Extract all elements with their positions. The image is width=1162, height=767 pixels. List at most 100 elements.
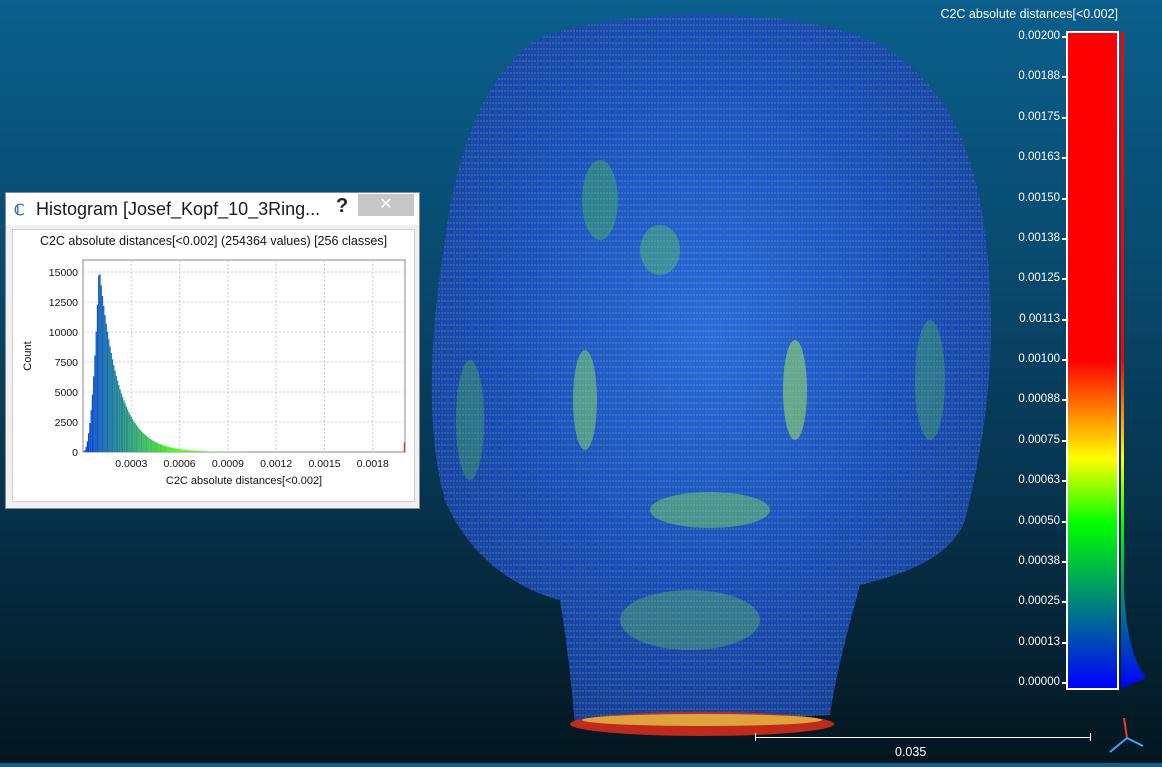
color-scale-tick-mark (1062, 399, 1067, 401)
histogram-bar (205, 451, 206, 452)
histogram-bar (118, 385, 119, 452)
histogram-bar (211, 451, 212, 452)
histogram-bar (147, 437, 148, 452)
y-axis-label: Count (22, 341, 34, 370)
histogram-bar (152, 440, 153, 452)
histogram-bar (194, 451, 195, 452)
y-tick-label: 15000 (49, 267, 78, 279)
histogram-bar (181, 449, 182, 452)
histogram-bar (179, 449, 180, 452)
scale-bar-line (755, 737, 1090, 738)
histogram-bar (190, 450, 191, 452)
histogram-bar (210, 451, 211, 452)
color-scale-tick-mark (1062, 278, 1067, 280)
histogram-bar (204, 451, 205, 452)
color-scale-tick-mark (1062, 642, 1067, 644)
y-tick-label: 12500 (49, 297, 78, 309)
histogram-bar (182, 450, 183, 452)
histogram-bar (197, 451, 198, 452)
histogram-bar (108, 339, 109, 452)
histogram-bar (153, 441, 154, 452)
histogram-bar (209, 451, 210, 452)
histogram-bar (145, 435, 146, 452)
histogram-bar (146, 436, 147, 452)
x-tick-label: 0.0009 (212, 458, 244, 470)
histogram-bar (113, 365, 114, 452)
color-scale-histogram (1118, 30, 1148, 690)
histogram-bar (127, 410, 128, 452)
color-scale-tick-mark (1062, 359, 1067, 361)
histogram-bar (180, 449, 181, 452)
color-scale-tick-label: 0.00000 (990, 676, 1060, 688)
histogram-bar (98, 275, 99, 452)
y-tick-label: 5000 (55, 387, 79, 399)
scale-bar-cap-right (1090, 733, 1091, 741)
histogram-header: C2C absolute distances[<0.002] (254364 v… (13, 234, 414, 248)
color-scale-tick-mark (1062, 440, 1067, 442)
histogram-bar (88, 433, 89, 452)
color-scale-tick-mark (1062, 319, 1067, 321)
scale-bar-cap-left (755, 733, 756, 741)
histogram-bar (106, 324, 107, 452)
histogram-bar (143, 434, 144, 452)
color-scale-tick-label: 0.00113 (990, 313, 1060, 325)
histogram-bar (131, 417, 132, 452)
histogram-dialog[interactable]: ℂ Histogram [Josef_Kopf_10_3Ring... ? ✕ … (5, 192, 420, 509)
x-tick-label: 0.0018 (357, 458, 389, 470)
histogram-window-title: Histogram [Josef_Kopf_10_3Ring... (36, 199, 320, 220)
color-scale-tick-label: 0.00063 (990, 474, 1060, 486)
histogram-titlebar[interactable]: ℂ Histogram [Josef_Kopf_10_3Ring... ? ✕ (6, 193, 419, 225)
histogram-bar (132, 419, 133, 452)
help-button[interactable]: ? (336, 195, 348, 218)
color-scale-tick-label: 0.00125 (990, 272, 1060, 284)
histogram-bar (155, 442, 156, 452)
x-tick-label: 0.0015 (308, 458, 340, 470)
histogram-bar (99, 274, 100, 452)
histogram-bar (137, 427, 138, 452)
histogram-bar (164, 446, 165, 452)
histogram-bar (109, 346, 110, 452)
histogram-bar (122, 397, 123, 452)
histogram-bar (117, 381, 118, 452)
histogram-bar (196, 451, 197, 452)
histogram-chart: 0.00030.00060.00090.00120.00150.00180250… (13, 252, 414, 501)
histogram-bar (167, 447, 168, 452)
histogram-bar (191, 450, 192, 452)
histogram-bar (161, 445, 162, 452)
histogram-bar (170, 447, 171, 452)
histogram-bar (119, 389, 120, 452)
histogram-bar (158, 444, 159, 452)
histogram-bar (92, 395, 93, 452)
histogram-bar (104, 315, 105, 452)
histogram-bar (201, 451, 202, 452)
color-scale-tick-label: 0.00025 (990, 595, 1060, 607)
color-scale-tick-label: 0.00200 (990, 30, 1060, 42)
histogram-bar (91, 410, 92, 452)
histogram-bar (133, 421, 134, 452)
color-scale-tick-label: 0.00038 (990, 555, 1060, 567)
histogram-bar (102, 296, 103, 452)
x-tick-label: 0.0012 (260, 458, 292, 470)
histogram-bar (177, 449, 178, 452)
histogram-bar (121, 393, 122, 452)
histogram-bar (136, 425, 137, 452)
histogram-bar (123, 400, 124, 452)
close-button[interactable]: ✕ (358, 194, 414, 216)
color-scale-tick-mark (1062, 601, 1067, 603)
histogram-bar (111, 353, 112, 452)
color-scale-tick-label: 0.00050 (990, 515, 1060, 527)
histogram-bar (114, 371, 115, 452)
color-scale-tick-mark (1062, 480, 1067, 482)
histogram-bar (112, 359, 113, 452)
histogram-bar (157, 443, 158, 452)
color-scale-tick-mark (1062, 117, 1067, 119)
histogram-bar (171, 448, 172, 452)
histogram-bar (166, 446, 167, 452)
histogram-bar (130, 415, 131, 452)
histogram-bar (126, 407, 127, 452)
histogram-bar (162, 445, 163, 452)
y-tick-label: 0 (72, 447, 78, 459)
histogram-bar (89, 423, 90, 452)
histogram-bar (142, 433, 143, 452)
histogram-bar (186, 450, 187, 452)
